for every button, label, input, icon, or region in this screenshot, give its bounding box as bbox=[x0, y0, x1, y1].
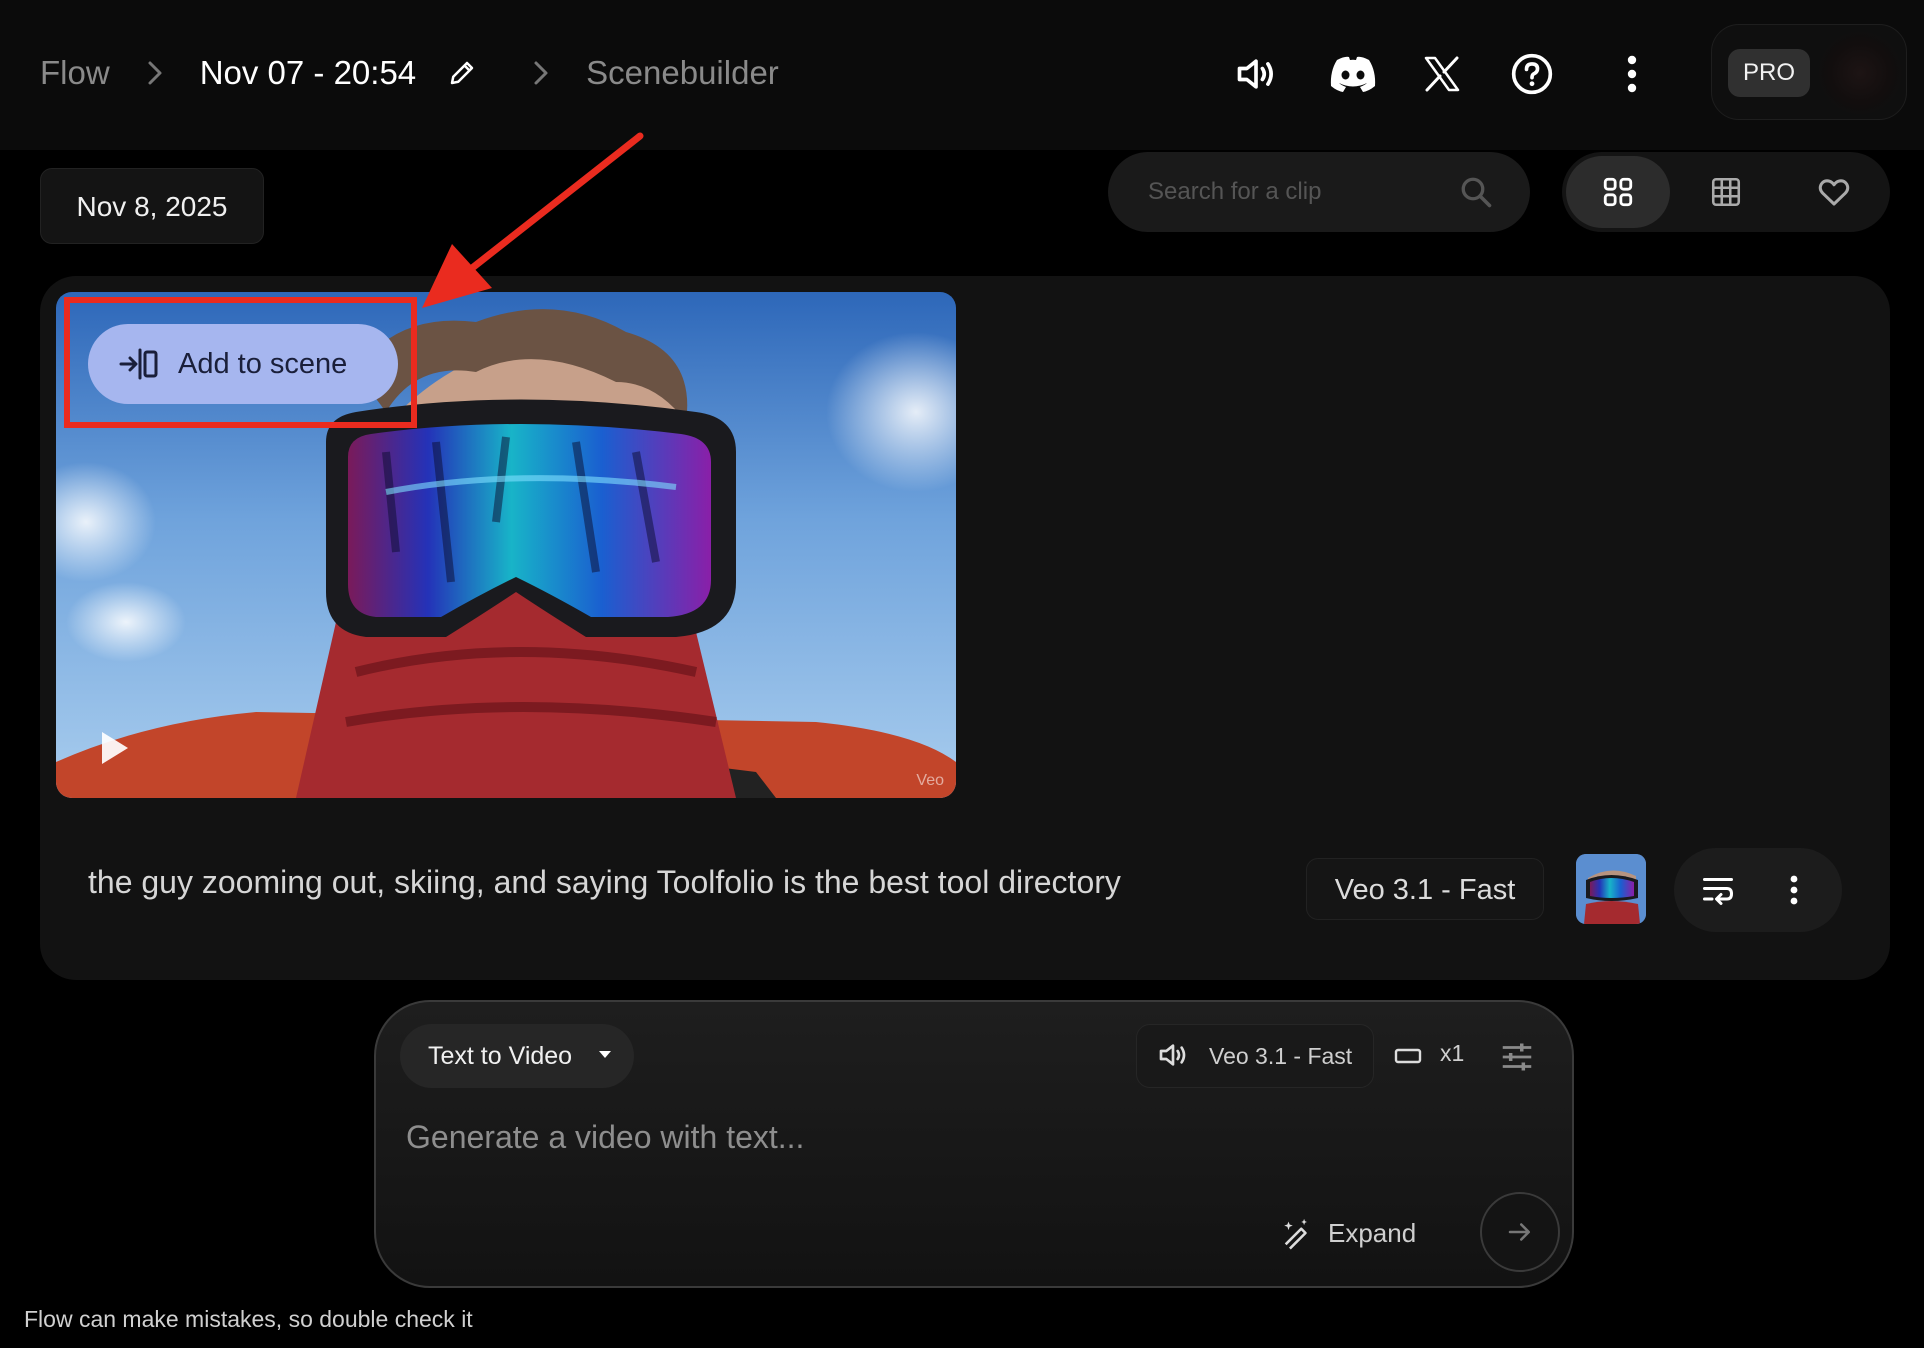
prompt-input[interactable] bbox=[406, 1114, 1306, 1160]
expand-label: Expand bbox=[1328, 1217, 1417, 1248]
send-button[interactable] bbox=[1480, 1192, 1560, 1272]
speaker-icon bbox=[1237, 59, 1273, 89]
clip-more-button[interactable] bbox=[1766, 862, 1822, 918]
aspect-ratio-icon[interactable] bbox=[1394, 1042, 1422, 1070]
clip-thumbnail[interactable]: Add to scene Veo bbox=[56, 292, 956, 798]
help-button[interactable] bbox=[1504, 46, 1560, 102]
tune-icon[interactable] bbox=[1498, 1038, 1536, 1076]
disclaimer: Flow can make mistakes, so double check … bbox=[24, 1306, 473, 1332]
arrow-right-icon bbox=[1508, 1223, 1530, 1241]
add-to-scene-button[interactable]: Add to scene bbox=[88, 324, 398, 404]
page: Flow Nov 07 - 20:54 Scenebuilder PRO Nov… bbox=[0, 0, 1924, 1348]
reference-thumbnail[interactable] bbox=[1576, 854, 1646, 924]
search-input[interactable] bbox=[1148, 172, 1448, 212]
clip-prompt: the guy zooming out, skiing, and saying … bbox=[88, 864, 1121, 900]
view-small-grid-button[interactable] bbox=[1674, 156, 1778, 228]
account-area[interactable]: PRO bbox=[1711, 24, 1907, 120]
edit-title-button[interactable] bbox=[442, 53, 482, 93]
avatar[interactable] bbox=[1818, 31, 1902, 115]
sound-toggle-button[interactable] bbox=[1228, 46, 1284, 102]
watermark: Veo bbox=[916, 772, 944, 789]
caret-down-icon bbox=[599, 1051, 611, 1058]
composer-model-label: Veo 3.1 - Fast bbox=[1209, 1042, 1353, 1069]
more-vert-icon bbox=[1627, 55, 1637, 93]
grid-small-icon bbox=[1711, 177, 1741, 207]
add-to-scene-icon bbox=[118, 343, 160, 385]
more-options-button[interactable] bbox=[1604, 46, 1660, 102]
heart-icon bbox=[1818, 179, 1850, 206]
output-count[interactable]: x1 bbox=[1440, 1040, 1464, 1067]
mode-dropdown[interactable]: Text to Video bbox=[400, 1024, 634, 1088]
mode-label: Text to Video bbox=[428, 1042, 573, 1070]
speaker-icon bbox=[1157, 1039, 1191, 1073]
date-chip: Nov 8, 2025 bbox=[40, 168, 264, 244]
plan-badge: PRO bbox=[1728, 49, 1810, 97]
breadcrumb-section: Scenebuilder bbox=[586, 54, 779, 91]
help-icon bbox=[1511, 53, 1553, 95]
wrap-text-icon bbox=[1703, 878, 1733, 905]
discord-icon bbox=[1330, 56, 1376, 92]
grid-large-icon bbox=[1603, 177, 1633, 207]
top-bar: Flow Nov 07 - 20:54 Scenebuilder PRO bbox=[0, 0, 1924, 150]
magic-wand-icon bbox=[1280, 1216, 1314, 1250]
chevron-right-icon bbox=[132, 48, 178, 98]
search-icon bbox=[1461, 177, 1492, 208]
prompt-composer: Text to Video Veo 3.1 - Fast x1 Generate… bbox=[374, 1000, 1574, 1288]
more-vert-icon bbox=[1790, 875, 1798, 905]
clip-card: Add to scene Veo the guy zooming out, sk… bbox=[40, 276, 1890, 980]
search-bar[interactable] bbox=[1108, 152, 1530, 232]
discord-button[interactable] bbox=[1325, 46, 1381, 102]
view-mode-switcher bbox=[1562, 152, 1890, 232]
add-to-scene-label: Add to scene bbox=[178, 347, 348, 380]
model-settings-chip[interactable]: Veo 3.1 - Fast bbox=[1136, 1024, 1374, 1088]
x-logo-icon bbox=[1424, 56, 1460, 92]
x-button[interactable] bbox=[1414, 46, 1470, 102]
expand-button[interactable]: Expand bbox=[1280, 1208, 1440, 1258]
favorites-button[interactable] bbox=[1782, 156, 1886, 228]
clip-model-chip: Veo 3.1 - Fast bbox=[1306, 858, 1544, 920]
breadcrumb-project: Nov 07 - 20:54 bbox=[199, 54, 417, 91]
pencil-icon bbox=[450, 61, 474, 85]
clip-actions bbox=[1674, 848, 1842, 932]
play-icon[interactable] bbox=[98, 728, 132, 768]
breadcrumb: Flow Nov 07 - 20:54 Scenebuilder bbox=[40, 48, 779, 98]
reuse-prompt-button[interactable] bbox=[1690, 862, 1746, 918]
view-large-grid-button[interactable] bbox=[1566, 156, 1670, 228]
chevron-right-icon bbox=[518, 48, 564, 98]
breadcrumb-root[interactable]: Flow bbox=[40, 48, 110, 98]
